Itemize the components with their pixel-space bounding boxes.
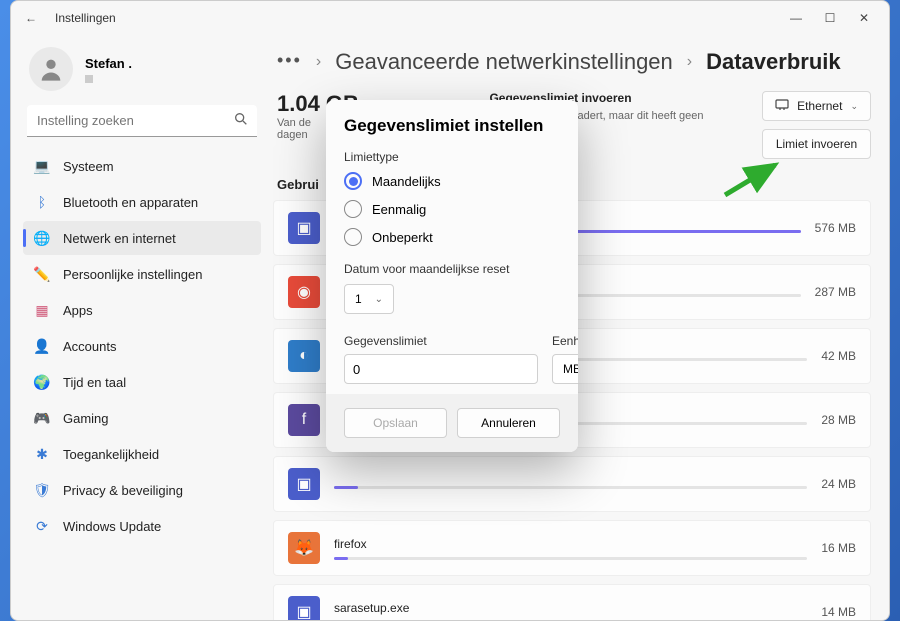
modal-backdrop: Gegevenslimiet instellen Limiettype Maan… (0, 0, 900, 621)
limit-type-label: Limiettype (344, 150, 560, 164)
modal-title: Gegevenslimiet instellen (344, 116, 560, 136)
data-limit-input[interactable] (344, 354, 538, 384)
save-button[interactable]: Opslaan (344, 408, 447, 438)
radio-label: Eenmalig (372, 202, 426, 217)
radio-option[interactable]: Onbeperkt (344, 228, 560, 246)
radio-ring (344, 200, 362, 218)
data-limit-label: Gegevenslimiet (344, 334, 538, 348)
reset-date-label: Datum voor maandelijkse reset (344, 262, 560, 276)
radio-label: Onbeperkt (372, 230, 433, 245)
reset-date-select[interactable]: 1 ⌄ (344, 284, 394, 314)
radio-option[interactable]: Eenmalig (344, 200, 560, 218)
radio-label: Maandelijks (372, 174, 441, 189)
cancel-button[interactable]: Annuleren (457, 408, 560, 438)
radio-ring (344, 172, 362, 190)
radio-ring (344, 228, 362, 246)
radio-option[interactable]: Maandelijks (344, 172, 560, 190)
data-limit-modal: Gegevenslimiet instellen Limiettype Maan… (326, 100, 578, 452)
limit-type-radios: Maandelijks Eenmalig Onbeperkt (344, 172, 560, 246)
unit-label: Eenheid (552, 334, 578, 348)
chevron-down-icon: ⌄ (375, 294, 383, 305)
unit-select[interactable]: MB ⌄ (552, 354, 578, 384)
